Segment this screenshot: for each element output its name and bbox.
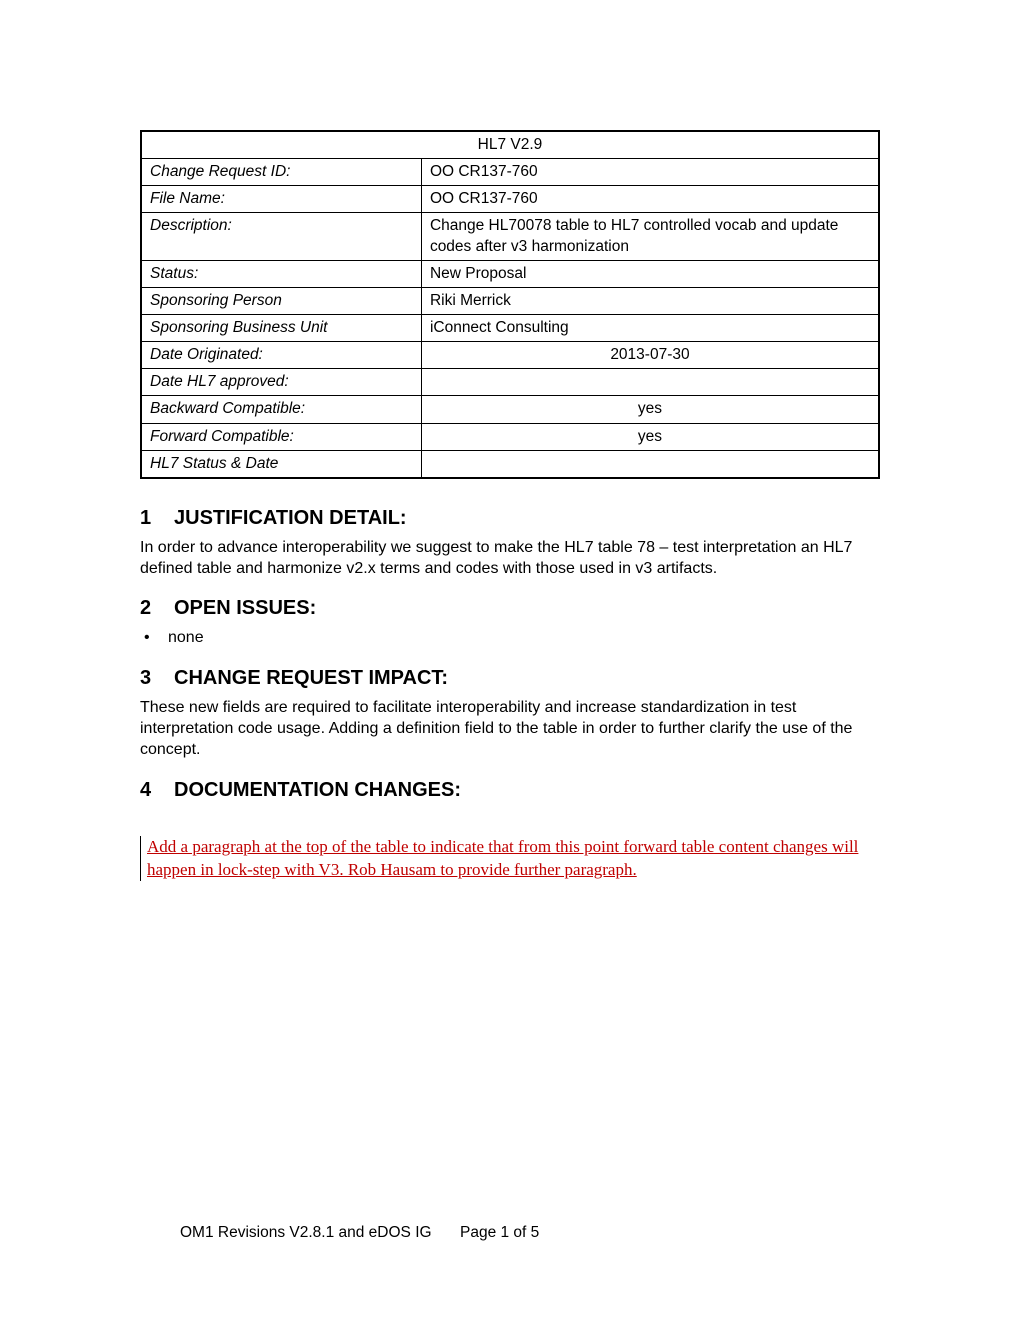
row-label: Date HL7 approved: xyxy=(141,369,421,396)
row-value: OO CR137-760 xyxy=(421,186,879,213)
open-issues-list: none xyxy=(140,628,880,649)
footer-page-number: Page 1 of 5 xyxy=(460,1224,539,1242)
section-heading-justification: 1 JUSTIFICATION DETAIL: xyxy=(140,507,880,530)
section-body-justification: In order to advance interoperability we … xyxy=(140,538,880,580)
section-heading-doc-changes: 4 DOCUMENTATION CHANGES: xyxy=(140,779,880,802)
footer-left: OM1 Revisions V2.8.1 and eDOS IG xyxy=(180,1224,460,1242)
table-row: Forward Compatible:yes xyxy=(141,423,879,450)
section-title: JUSTIFICATION DETAIL: xyxy=(174,507,407,530)
table-row: File Name:OO CR137-760 xyxy=(141,186,879,213)
list-item: none xyxy=(140,628,880,649)
section-heading-impact: 3 CHANGE REQUEST IMPACT: xyxy=(140,667,880,690)
row-label: Sponsoring Business Unit xyxy=(141,314,421,341)
tracked-change-text: Add a paragraph at the top of the table … xyxy=(147,837,858,879)
row-label: File Name: xyxy=(141,186,421,213)
table-row: Backward Compatible:yes xyxy=(141,396,879,423)
table-row: Sponsoring Business UnitiConnect Consult… xyxy=(141,314,879,341)
row-label: Sponsoring Person xyxy=(141,287,421,314)
section-number: 3 xyxy=(140,667,156,690)
row-label: Date Originated: xyxy=(141,342,421,369)
table-row: Sponsoring PersonRiki Merrick xyxy=(141,287,879,314)
row-label: Forward Compatible: xyxy=(141,423,421,450)
metadata-table: HL7 V2.9 Change Request ID:OO CR137-760F… xyxy=(140,130,880,479)
row-value xyxy=(421,450,879,478)
row-value: yes xyxy=(421,423,879,450)
table-row: Status:New Proposal xyxy=(141,260,879,287)
row-value: Riki Merrick xyxy=(421,287,879,314)
row-label: Backward Compatible: xyxy=(141,396,421,423)
row-value: yes xyxy=(421,396,879,423)
section-body-impact: These new fields are required to facilit… xyxy=(140,698,880,760)
row-label: Change Request ID: xyxy=(141,159,421,186)
page-footer: OM1 Revisions V2.8.1 and eDOS IG Page 1 … xyxy=(180,1224,880,1242)
tracked-change-block: Add a paragraph at the top of the table … xyxy=(140,836,880,882)
table-row: Change Request ID:OO CR137-760 xyxy=(141,159,879,186)
row-value xyxy=(421,369,879,396)
section-number: 1 xyxy=(140,507,156,530)
section-title: OPEN ISSUES: xyxy=(174,597,316,620)
section-number: 4 xyxy=(140,779,156,802)
row-label: HL7 Status & Date xyxy=(141,450,421,478)
section-title: DOCUMENTATION CHANGES: xyxy=(174,779,461,802)
table-row: Description:Change HL70078 table to HL7 … xyxy=(141,213,879,260)
table-row: HL7 Status & Date xyxy=(141,450,879,478)
row-label: Description: xyxy=(141,213,421,260)
section-number: 2 xyxy=(140,597,156,620)
row-label: Status: xyxy=(141,260,421,287)
table-row: Date HL7 approved: xyxy=(141,369,879,396)
section-title: CHANGE REQUEST IMPACT: xyxy=(174,667,448,690)
row-value: iConnect Consulting xyxy=(421,314,879,341)
row-value: 2013-07-30 xyxy=(421,342,879,369)
row-value: New Proposal xyxy=(421,260,879,287)
row-value: OO CR137-760 xyxy=(421,159,879,186)
table-row: Date Originated:2013-07-30 xyxy=(141,342,879,369)
row-value: Change HL70078 table to HL7 controlled v… xyxy=(421,213,879,260)
section-heading-open-issues: 2 OPEN ISSUES: xyxy=(140,597,880,620)
table-header: HL7 V2.9 xyxy=(141,131,879,159)
